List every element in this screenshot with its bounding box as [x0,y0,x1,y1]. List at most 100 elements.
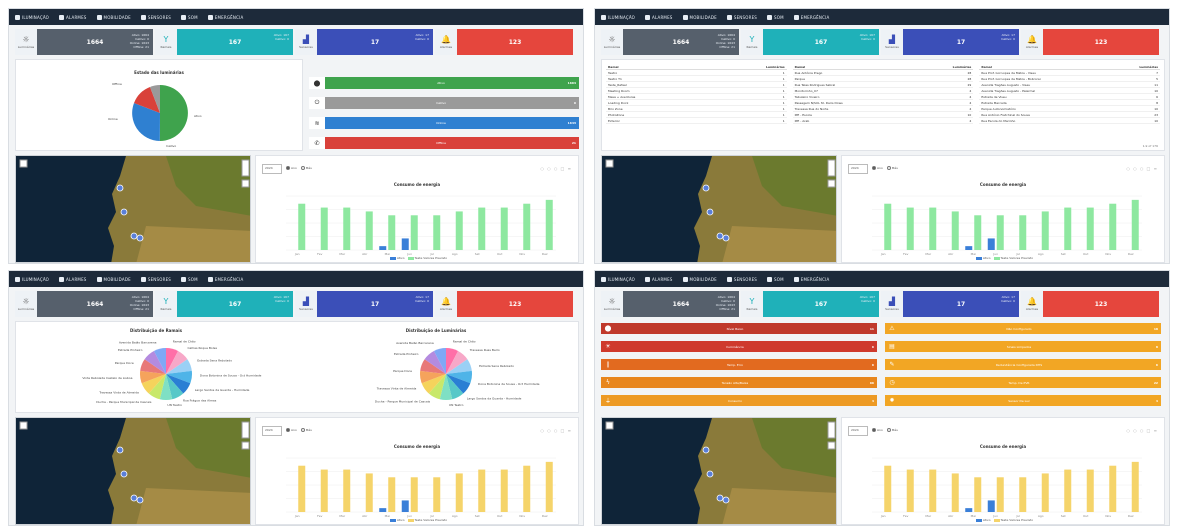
bar-forecast[interactable] [478,469,486,512]
map-marker[interactable] [130,494,138,502]
map-marker[interactable] [702,446,710,454]
map-marker[interactable] [120,208,128,216]
map-marker[interactable] [702,184,710,192]
alarm-bar[interactable]: ⬤ Nível Baixo 11 [601,323,877,334]
satellite-map[interactable] [16,418,251,525]
summary-card[interactable]: ☼ Luminárias 1664 Ativo: 1664 Inativo: 0 Onli… [601,291,739,317]
map-layer-button[interactable] [827,179,836,188]
bar-forecast[interactable] [410,215,418,250]
nav-item[interactable]: ILUMINAÇÃO [601,14,635,20]
bar-forecast[interactable] [1086,469,1094,512]
nav-item[interactable]: EMERGÊNCIA [207,14,244,20]
map-marker[interactable] [130,232,138,240]
bar-forecast[interactable] [298,203,306,250]
nav-item[interactable]: SENSORES [726,276,757,282]
bar-forecast[interactable] [906,469,914,512]
bar-forecast[interactable] [365,473,373,512]
summary-card[interactable]: 🔔 Alarmes 123 [435,29,573,55]
bar-forecast[interactable] [523,465,531,512]
bar-forecast[interactable] [974,215,982,250]
map-marker[interactable] [136,496,144,504]
map-layer-button[interactable] [241,179,250,188]
status-bar[interactable]: ✆ Offline 21 [309,137,579,149]
bar-forecast[interactable] [1109,465,1117,512]
map-fullscreen-button[interactable] [605,159,614,168]
map-marker[interactable] [722,234,730,242]
alarm-bar[interactable]: ◷ Temp. De PVR 22 [885,377,1161,388]
nav-item[interactable]: SOM [181,276,198,282]
bar-forecast[interactable] [320,469,328,512]
nav-item[interactable]: ALARMES [59,14,87,20]
bar-forecast[interactable] [1109,203,1117,250]
bar-forecast[interactable] [343,469,351,512]
map-view[interactable] [601,155,837,263]
map-marker[interactable] [116,184,124,192]
bar-forecast[interactable] [410,477,418,512]
bar-forecast[interactable] [545,199,553,250]
nav-item[interactable]: MOBILIDADE [682,276,717,282]
summary-card[interactable]: ☼ Luminárias 1664 Ativo: 1664 Inativo: 0 Onli… [15,29,153,55]
bar-active[interactable] [987,238,995,250]
bar-forecast[interactable] [951,473,959,512]
nav-item[interactable]: MOBILIDADE [96,14,131,20]
nav-item[interactable]: SOM [767,14,784,20]
table-row[interactable]: Rua Escola do Marinho 10 [979,117,1161,124]
bar-forecast[interactable] [996,215,1004,250]
bar-forecast[interactable] [545,461,553,512]
bar-forecast[interactable] [884,203,892,250]
alarm-bar[interactable]: ⚠ Não Configurado 18 [885,323,1161,334]
nav-item[interactable]: ALARMES [645,14,673,20]
nav-item[interactable]: ALARMES [645,276,673,282]
satellite-map[interactable] [16,156,251,263]
bar-forecast[interactable] [433,477,441,512]
nav-item[interactable]: ILUMINAÇÃO [15,14,49,20]
bar-forecast[interactable] [1131,199,1139,250]
nav-item[interactable]: ILUMINAÇÃO [15,276,49,282]
summary-card[interactable]: Y Ramais 167 Ativo: 167 Inativo: 0 [741,29,879,55]
bar-forecast[interactable] [433,215,441,250]
bar-forecast[interactable] [1131,461,1139,512]
map-zoom-control[interactable] [827,421,836,439]
bar-forecast[interactable] [1064,207,1072,250]
status-bar[interactable]: ⬤ Ativo 1664 [309,77,579,89]
summary-card[interactable]: ▟ Sensores 17 Ativo: 17 Inativo: 0 [881,291,1019,317]
bar-active[interactable] [965,508,973,512]
map-zoom-control[interactable] [241,421,250,439]
map-marker[interactable] [706,208,714,216]
legend-label[interactable]: Ativo [397,256,405,260]
satellite-map[interactable] [602,156,837,263]
map-marker[interactable] [120,470,128,478]
bar-forecast[interactable] [1064,469,1072,512]
bar-active[interactable] [987,500,995,512]
nav-item[interactable]: MOBILIDADE [96,276,131,282]
bar-forecast[interactable] [500,207,508,250]
bar-forecast[interactable] [974,477,982,512]
bar-forecast[interactable] [523,203,531,250]
nav-item[interactable]: EMERGÊNCIA [793,14,830,20]
summary-card[interactable]: ☼ Luminárias 1664 Ativo: 1664 Inativo: 0 Onli… [15,291,153,317]
bar-forecast[interactable] [320,207,328,250]
legend-label[interactable]: Ativo [983,518,991,522]
map-marker[interactable] [716,494,724,502]
summary-card[interactable]: ▟ Sensores 17 Ativo: 17 Inativo: 0 [295,291,433,317]
nav-item[interactable]: SOM [181,14,198,20]
bar-forecast[interactable] [388,477,396,512]
map-fullscreen-button[interactable] [605,421,614,430]
summary-card[interactable]: Y Ramais 167 Ativo: 167 Inativo: 0 [741,291,879,317]
bar-active[interactable] [379,508,387,512]
bar-forecast[interactable] [929,469,937,512]
bar-forecast[interactable] [343,207,351,250]
table-row[interactable]: Exterior 1 [606,117,787,124]
bar-active[interactable] [379,246,387,250]
map-view[interactable] [601,417,837,525]
bar-forecast[interactable] [1041,473,1049,512]
bar-forecast[interactable] [365,211,373,250]
bar-forecast[interactable] [951,211,959,250]
map-marker[interactable] [136,234,144,242]
alarm-bar[interactable]: ✎ Redundância Configurada DHS 6 [885,359,1161,370]
legend-label[interactable]: Ativo [983,256,991,260]
alarm-bar[interactable]: ❙ Temp. Erro 6 [601,359,877,370]
map-fullscreen-button[interactable] [19,159,28,168]
map-marker[interactable] [116,446,124,454]
bar-active[interactable] [401,238,409,250]
